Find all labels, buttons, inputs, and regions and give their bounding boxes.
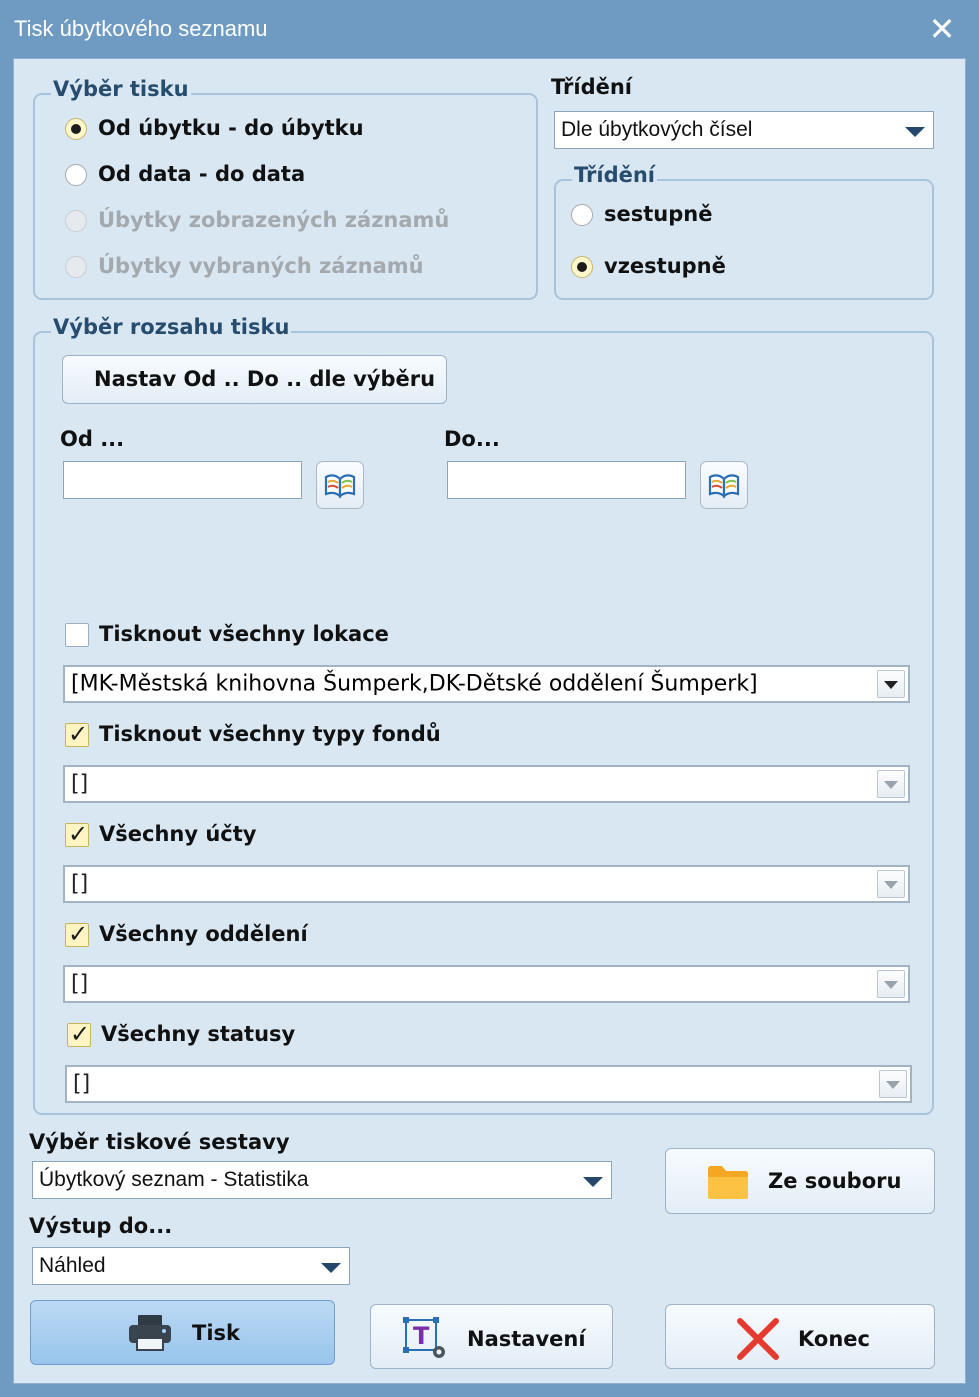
statuses-combo-value: []	[73, 1071, 91, 1097]
checkbox-all-fund-types[interactable]: ✓	[65, 720, 89, 748]
print-selection-legend: Výběr tisku	[51, 77, 191, 101]
set-range-from-selection-button[interactable]: Nastav Od .. Do .. dle výběru	[62, 355, 447, 404]
locations-combo-value: [MK-Městská knihovna Šumperk,DK-Dětské o…	[71, 671, 758, 697]
statuses-combo[interactable]: []	[65, 1065, 912, 1103]
locations-combo[interactable]: [MK-Městská knihovna Šumperk,DK-Dětské o…	[63, 665, 910, 703]
chevron-down-icon	[905, 127, 925, 137]
fund-types-combo[interactable]: []	[63, 765, 910, 803]
radio-from-decrement-to-decrement[interactable]	[65, 118, 87, 140]
sorting-combo[interactable]: Dle úbytkových čísel	[554, 111, 934, 149]
folder-icon	[708, 1166, 748, 1199]
radio-label-from-date[interactable]: Od data - do data	[98, 162, 305, 186]
radio-selected-dot	[577, 262, 587, 272]
close-window-button[interactable]: ✕	[925, 12, 959, 46]
output-combo[interactable]: Náhled	[32, 1247, 350, 1285]
radio-label-selected-records: Úbytky vybraných záznamů	[98, 254, 424, 278]
fund-types-combo-value: []	[71, 771, 89, 797]
set-range-button-label: Nastav Od .. Do .. dle výběru	[94, 367, 436, 391]
to-label: Do...	[444, 427, 500, 451]
checkbox-all-statuses[interactable]: ✓	[67, 1020, 91, 1048]
chevron-down-icon	[321, 1263, 341, 1273]
from-file-button[interactable]: Ze souboru	[665, 1148, 935, 1214]
checkmark-icon: ✓	[68, 820, 89, 848]
sorting-order-legend: Třídění	[572, 163, 657, 187]
checkbox-label-all-statuses[interactable]: Všechny statusy	[101, 1022, 295, 1046]
from-file-button-label: Ze souboru	[768, 1169, 902, 1193]
checkbox-label-all-fund-types[interactable]: Tisknout všechny typy fondů	[99, 722, 441, 746]
printer-icon	[129, 1315, 171, 1351]
from-lookup-button[interactable]	[316, 461, 364, 509]
chevron-down-icon[interactable]	[877, 970, 905, 998]
radio-ascending[interactable]	[571, 256, 593, 278]
svg-text:T: T	[413, 1322, 430, 1350]
radio-label-descending[interactable]: sestupně	[604, 202, 712, 226]
close-button-label: Konec	[798, 1327, 870, 1351]
checkmark-icon: ✓	[70, 1020, 91, 1048]
checkmark-icon: ✓	[68, 920, 89, 948]
window-title: Tisk úbytkového seznamu	[14, 16, 268, 41]
checkmark-icon: ✓	[68, 720, 89, 748]
output-label: Výstup do...	[29, 1214, 173, 1238]
red-x-icon	[737, 1318, 779, 1360]
radio-label-displayed-records: Úbytky zobrazených záznamů	[98, 208, 450, 232]
report-combo[interactable]: Úbytkový seznam - Statistika	[32, 1161, 612, 1199]
title-bar[interactable]: Tisk úbytkového seznamu ✕	[0, 0, 979, 58]
text-settings-icon: T	[403, 1317, 445, 1358]
to-lookup-button[interactable]	[700, 461, 748, 509]
radio-from-date-to-date[interactable]	[65, 164, 87, 186]
report-label: Výběr tiskové sestavy	[29, 1130, 290, 1154]
book-icon	[324, 474, 356, 499]
checkbox-all-accounts[interactable]: ✓	[65, 820, 89, 848]
chevron-down-icon[interactable]	[877, 770, 905, 798]
chevron-down-icon[interactable]	[877, 670, 905, 698]
checkbox-label-all-departments[interactable]: Všechny oddělení	[99, 922, 308, 946]
radio-descending[interactable]	[571, 204, 593, 226]
accounts-combo[interactable]: []	[63, 865, 910, 903]
chevron-down-icon	[583, 1177, 603, 1187]
accounts-combo-value: []	[71, 871, 89, 897]
dialog-client-area: Výběr tisku Od úbytku - do úbytku Od dat…	[13, 58, 966, 1384]
chevron-down-icon[interactable]	[879, 1070, 907, 1098]
from-label: Od ...	[60, 427, 125, 451]
report-combo-value: Úbytkový seznam - Statistika	[39, 1168, 309, 1191]
checkbox-all-departments[interactable]: ✓	[65, 920, 89, 948]
radio-label-ascending[interactable]: vzestupně	[604, 254, 726, 278]
book-icon	[708, 474, 740, 499]
radio-label-from-decrement[interactable]: Od úbytku - do úbytku	[98, 116, 364, 140]
checkbox-all-locations[interactable]	[65, 623, 89, 647]
radio-selected-dot	[71, 124, 81, 134]
chevron-down-icon[interactable]	[877, 870, 905, 898]
dialog-window: Tisk úbytkového seznamu ✕ Výběr tisku Od…	[0, 0, 979, 1397]
sorting-label: Třídění	[551, 75, 632, 99]
departments-combo-value: []	[71, 971, 89, 997]
sorting-combo-value: Dle úbytkových čísel	[561, 118, 753, 141]
close-button[interactable]: Konec	[665, 1304, 935, 1369]
print-button-label: Tisk	[192, 1321, 240, 1345]
print-range-legend: Výběr rozsahu tisku	[51, 315, 292, 339]
settings-button[interactable]: T Nastavení	[370, 1304, 613, 1369]
output-combo-value: Náhled	[39, 1254, 106, 1277]
departments-combo[interactable]: []	[63, 965, 910, 1003]
print-button[interactable]: Tisk	[30, 1300, 335, 1365]
checkbox-label-all-locations[interactable]: Tisknout všechny lokace	[99, 622, 389, 646]
checkbox-label-all-accounts[interactable]: Všechny účty	[99, 822, 256, 846]
to-input[interactable]	[447, 461, 686, 499]
sorting-order-group	[554, 179, 934, 300]
radio-displayed-records	[65, 210, 87, 232]
radio-selected-records	[65, 256, 87, 278]
settings-button-label: Nastavení	[467, 1327, 586, 1351]
from-input[interactable]	[63, 461, 302, 499]
